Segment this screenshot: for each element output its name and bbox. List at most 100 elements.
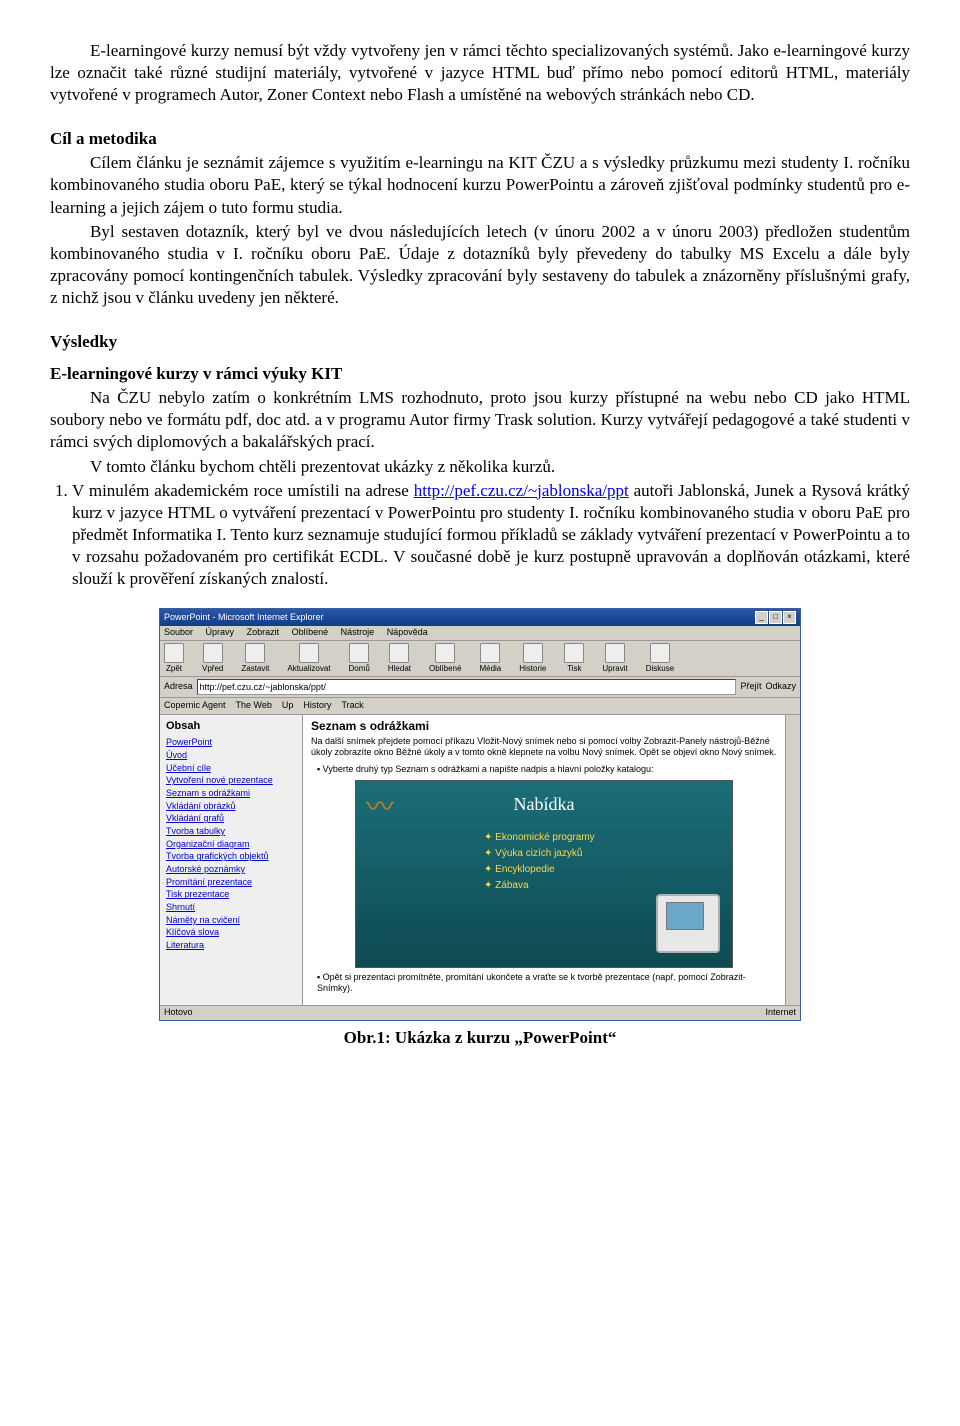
- star-icon: [435, 643, 455, 663]
- history-button[interactable]: Historie: [519, 643, 546, 674]
- addr-label: Adresa: [164, 681, 193, 693]
- favorites-button[interactable]: Oblíbené: [429, 643, 461, 674]
- sidebar-link[interactable]: Seznam s odrážkami: [166, 788, 296, 800]
- print-icon: [564, 643, 584, 663]
- copernic-history[interactable]: History: [303, 700, 331, 712]
- main-title: Seznam s odrážkami: [311, 719, 777, 735]
- sidebar-link[interactable]: Shrnutí: [166, 902, 296, 914]
- sidebar-link[interactable]: Tisk prezentace: [166, 889, 296, 901]
- menu-item[interactable]: Soubor: [164, 627, 193, 637]
- cil-para1: Cílem článku je seznámit zájemce s využi…: [50, 152, 910, 218]
- menu-item[interactable]: Zobrazit: [247, 627, 280, 637]
- search-icon: [389, 643, 409, 663]
- sidebar-link[interactable]: Organizační diagram: [166, 839, 296, 851]
- course-main: Seznam s odrážkami Na další snímek přejd…: [303, 715, 785, 1005]
- minimize-icon[interactable]: _: [755, 611, 768, 624]
- sidebar-link[interactable]: Vkládání grafů: [166, 813, 296, 825]
- browser-menubar: Soubor Úpravy Zobrazit Oblíbené Nástroje…: [160, 626, 800, 641]
- browser-title: PowerPoint - Microsoft Internet Explorer: [164, 612, 324, 624]
- slide-bullet: Ekonomické programy: [484, 830, 724, 846]
- powerpoint-slide: 〰 Nabídka Ekonomické programy Výuka cizí…: [355, 780, 733, 968]
- edit-icon: [605, 643, 625, 663]
- instruction-bullet-1: Vyberte druhý typ Seznam s odrážkami a n…: [317, 764, 777, 776]
- sidebar-link[interactable]: Tvorba grafických objektů: [166, 851, 296, 863]
- slide-decor-icon: 〰: [366, 789, 394, 825]
- instruction-bullet-2: Opět si prezentaci promítněte, promítání…: [317, 972, 777, 995]
- close-icon[interactable]: ×: [783, 611, 796, 624]
- copernic-track[interactable]: Track: [341, 700, 363, 712]
- list-item-1: V minulém akademickém roce umístili na a…: [72, 480, 910, 590]
- media-icon: [480, 643, 500, 663]
- menu-item[interactable]: Úpravy: [206, 627, 235, 637]
- browser-toolbar: Zpět Vpřed Zastavit Aktualizovat Domů Hl…: [160, 641, 800, 677]
- forward-button[interactable]: Vpřed: [202, 643, 223, 674]
- window-buttons: _□×: [754, 611, 796, 624]
- course-sidebar: Obsah PowerPoint Úvod Učební cíle Vytvoř…: [160, 715, 303, 1005]
- links-label[interactable]: Odkazy: [765, 681, 796, 693]
- copernic-up[interactable]: Up: [282, 700, 294, 712]
- copernic-bar: Copernic Agent The Web Up History Track: [160, 698, 800, 715]
- sidebar-link[interactable]: Úvod: [166, 750, 296, 762]
- slide-bullet: Výuka cizích jazyků: [484, 846, 724, 862]
- sidebar-link[interactable]: Náměty na cvičení: [166, 915, 296, 927]
- main-description: Na další snímek přejdete pomocí příkazu …: [311, 736, 777, 758]
- search-button[interactable]: Hledat: [388, 643, 411, 674]
- sidebar-link[interactable]: Klíčová slova: [166, 927, 296, 939]
- sidebar-link[interactable]: Učební cíle: [166, 763, 296, 775]
- maximize-icon[interactable]: □: [769, 611, 782, 624]
- browser-statusbar: Hotovo Internet: [160, 1005, 800, 1020]
- copernic-web[interactable]: The Web: [236, 700, 272, 712]
- vysl-para1: Na ČZU nebylo zatím o konkrétním LMS roz…: [50, 387, 910, 453]
- forward-icon: [203, 643, 223, 663]
- heading-vysledky: Výsledky: [50, 331, 910, 353]
- sidebar-link[interactable]: Vkládání obrázků: [166, 801, 296, 813]
- vertical-scrollbar[interactable]: [785, 715, 800, 1005]
- figure-caption: Obr.1: Ukázka z kurzu „PowerPoint“: [50, 1027, 910, 1049]
- intro-paragraph: E-learningové kurzy nemusí být vždy vytv…: [50, 40, 910, 106]
- address-input[interactable]: [197, 679, 737, 695]
- stop-button[interactable]: Zastavit: [241, 643, 269, 674]
- sidebar-link[interactable]: Autorské poznámky: [166, 864, 296, 876]
- sidebar-link[interactable]: Literatura: [166, 940, 296, 952]
- media-button[interactable]: Média: [479, 643, 501, 674]
- sidebar-title: Obsah: [166, 719, 296, 733]
- refresh-button[interactable]: Aktualizovat: [287, 643, 330, 674]
- copernic-label: Copernic Agent: [164, 700, 226, 712]
- home-icon: [349, 643, 369, 663]
- status-right: Internet: [765, 1007, 796, 1019]
- sidebar-link[interactable]: Promítání prezentace: [166, 877, 296, 889]
- address-bar: Adresa Přejít Odkazy: [160, 677, 800, 698]
- edit-button[interactable]: Upravit: [602, 643, 627, 674]
- computer-clipart-icon: [656, 894, 720, 953]
- refresh-icon: [299, 643, 319, 663]
- back-button[interactable]: Zpět: [164, 643, 184, 674]
- status-left: Hotovo: [164, 1007, 193, 1019]
- print-button[interactable]: Tisk: [564, 643, 584, 674]
- go-button[interactable]: Přejít: [740, 681, 761, 693]
- slide-bullet-list: Ekonomické programy Výuka cizích jazyků …: [444, 830, 724, 894]
- menu-item[interactable]: Nápověda: [387, 627, 428, 637]
- discuss-button[interactable]: Diskuse: [646, 643, 674, 674]
- discuss-icon: [650, 643, 670, 663]
- kurz-link[interactable]: http://pef.czu.cz/~jablonska/ppt: [414, 481, 629, 500]
- slide-bullet: Encyklopedie: [484, 862, 724, 878]
- stop-icon: [245, 643, 265, 663]
- slide-bullet: Zábava: [484, 878, 724, 894]
- cil-para2: Byl sestaven dotazník, který byl ve dvou…: [50, 221, 910, 309]
- sidebar-link[interactable]: Tvorba tabulky: [166, 826, 296, 838]
- slide-title: Nabídka: [364, 793, 724, 816]
- heading-cil: Cíl a metodika: [50, 128, 910, 150]
- browser-titlebar: PowerPoint - Microsoft Internet Explorer…: [160, 609, 800, 626]
- sidebar-link[interactable]: Vytvoření nové prezentace: [166, 775, 296, 787]
- subheading-kurzy: E-learningové kurzy v rámci výuky KIT: [50, 363, 910, 385]
- browser-content: Obsah PowerPoint Úvod Učební cíle Vytvoř…: [160, 715, 800, 1005]
- browser-screenshot: PowerPoint - Microsoft Internet Explorer…: [159, 608, 801, 1020]
- sidebar-link[interactable]: PowerPoint: [166, 737, 296, 749]
- list1-pre: V minulém akademickém roce umístili na a…: [72, 481, 414, 500]
- history-icon: [523, 643, 543, 663]
- menu-item[interactable]: Nástroje: [341, 627, 375, 637]
- menu-item[interactable]: Oblíbené: [292, 627, 329, 637]
- back-icon: [164, 643, 184, 663]
- vysl-para2: V tomto článku bychom chtěli prezentovat…: [50, 456, 910, 478]
- home-button[interactable]: Domů: [349, 643, 370, 674]
